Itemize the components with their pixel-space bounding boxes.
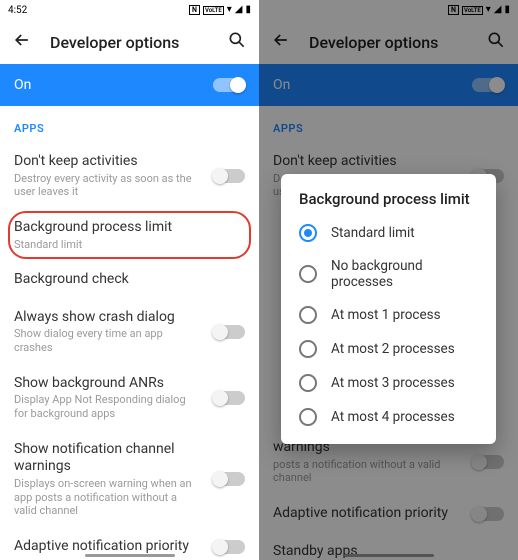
toggle-adaptive[interactable]	[213, 540, 245, 554]
search-icon[interactable]	[227, 30, 247, 54]
item-title: Adaptive notification priority	[14, 538, 201, 556]
signal-icon: ◢	[235, 5, 243, 15]
phone-left: 4:52 N VoLTE ▾ ◢ ▮ Developer options On …	[0, 0, 259, 560]
nav-gesture-bar[interactable]	[344, 554, 434, 557]
item-title: Don't keep activities	[273, 153, 460, 171]
toggle-adaptive[interactable]	[472, 507, 504, 521]
radio-icon	[299, 224, 317, 242]
master-toggle-label: On	[273, 77, 290, 93]
radio-label: No background processes	[331, 258, 478, 290]
radio-option-standard-limit[interactable]: Standard limit	[281, 216, 496, 250]
toggle-notif-channel[interactable]	[213, 472, 245, 486]
item-subtitle: Show dialog every time an app crashes	[14, 327, 201, 355]
toggle-crash[interactable]	[213, 325, 245, 339]
dialog-background-process-limit: Background process limit Standard limit …	[281, 174, 496, 444]
back-icon[interactable]	[271, 30, 291, 54]
radio-icon	[299, 374, 317, 392]
master-toggle[interactable]	[213, 78, 245, 92]
section-header-apps: APPS	[259, 106, 518, 143]
item-subtitle: Standard limit	[14, 238, 245, 252]
status-time: 4:52	[8, 5, 27, 16]
nav-gesture-bar[interactable]	[85, 554, 175, 557]
search-icon[interactable]	[486, 30, 506, 54]
status-icons: N VoLTE ▾ ◢ ▮	[448, 5, 510, 15]
radio-label: Standard limit	[331, 225, 415, 241]
status-bar: N VoLTE ▾ ◢ ▮	[259, 0, 518, 20]
radio-option-at-most-1[interactable]: At most 1 process	[281, 298, 496, 332]
back-icon[interactable]	[12, 30, 32, 54]
item-always-show-crash-dialog[interactable]: Always show crash dialog Show dialog eve…	[0, 299, 259, 365]
item-background-process-limit[interactable]: Background process limit Standard limit	[0, 209, 259, 261]
radio-icon	[299, 408, 317, 426]
wifi-icon: ▾	[486, 5, 491, 15]
radio-label: At most 2 processes	[331, 341, 455, 357]
toggle-notif-channel[interactable]	[472, 455, 504, 469]
item-title: Show background ANRs	[14, 375, 201, 393]
radio-option-at-most-3[interactable]: At most 3 processes	[281, 366, 496, 400]
item-title: Show notification channel warnings	[14, 441, 201, 476]
status-bar: 4:52 N VoLTE ▾ ◢ ▮	[0, 0, 259, 20]
phone-right: N VoLTE ▾ ◢ ▮ Developer options On APPS …	[259, 0, 518, 560]
signal-icon: ◢	[494, 5, 502, 15]
radio-label: At most 4 processes	[331, 409, 455, 425]
volte-icon: VoLTE	[203, 6, 224, 15]
item-adaptive-notification-priority[interactable]: Adaptive notification priority	[259, 495, 518, 533]
master-toggle-bar[interactable]: On	[259, 64, 518, 106]
master-toggle[interactable]	[472, 78, 504, 92]
status-icons: N VoLTE ▾ ◢ ▮	[189, 5, 251, 15]
battery-icon: ▮	[504, 5, 510, 15]
item-background-check[interactable]: Background check	[0, 261, 259, 299]
item-subtitle: posts a notification without a valid cha…	[273, 458, 460, 486]
radio-option-at-most-2[interactable]: At most 2 processes	[281, 332, 496, 366]
radio-icon	[299, 306, 317, 324]
master-toggle-bar[interactable]: On	[0, 64, 259, 106]
radio-icon	[299, 340, 317, 358]
volte-icon: VoLTE	[462, 6, 483, 15]
dialog-title: Background process limit	[281, 190, 496, 216]
item-title: Don't keep activities	[14, 153, 201, 171]
app-bar: Developer options	[0, 20, 259, 64]
item-subtitle: Display App Not Responding dialog for ba…	[14, 393, 201, 421]
item-subtitle: Displays on-screen warning when an app p…	[14, 477, 201, 518]
page-title: Developer options	[309, 33, 468, 52]
nfc-icon: N	[189, 5, 200, 15]
radio-label: At most 1 process	[331, 307, 441, 323]
toggle-anr[interactable]	[213, 391, 245, 405]
radio-icon	[299, 265, 317, 283]
item-title: Adaptive notification priority	[273, 505, 460, 523]
battery-icon: ▮	[245, 5, 251, 15]
master-toggle-label: On	[14, 77, 31, 93]
wifi-icon: ▾	[227, 5, 232, 15]
item-subtitle: Destroy every activity as soon as the us…	[14, 172, 201, 200]
radio-label: At most 3 processes	[331, 375, 455, 391]
item-dont-keep-activities[interactable]: Don't keep activities Destroy every acti…	[0, 143, 259, 209]
nfc-icon: N	[448, 5, 459, 15]
item-title: Background process limit	[14, 219, 245, 237]
toggle-dont-keep[interactable]	[213, 169, 245, 183]
page-title: Developer options	[50, 33, 209, 52]
app-bar: Developer options	[259, 20, 518, 64]
item-show-background-anrs[interactable]: Show background ANRs Display App Not Res…	[0, 365, 259, 431]
item-title: Background check	[14, 271, 245, 289]
item-show-notification-channel-warnings[interactable]: Show notification channel warnings Displ…	[0, 431, 259, 528]
radio-option-at-most-4[interactable]: At most 4 processes	[281, 400, 496, 434]
item-title: Always show crash dialog	[14, 309, 201, 327]
radio-option-no-background[interactable]: No background processes	[281, 250, 496, 298]
item-title: Standby apps	[273, 543, 504, 560]
section-header-apps: APPS	[0, 106, 259, 143]
